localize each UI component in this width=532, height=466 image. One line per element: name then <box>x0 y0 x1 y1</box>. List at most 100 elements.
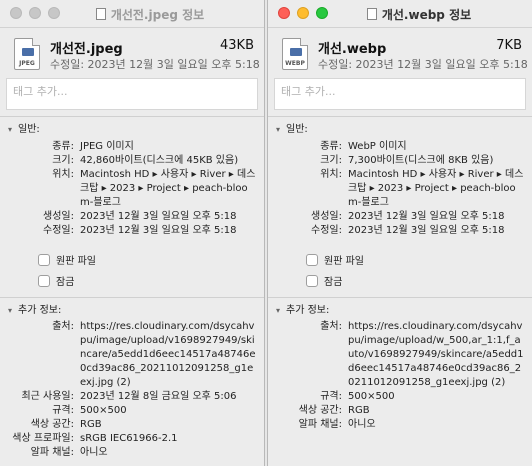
info-key: 알파 채널: <box>298 419 342 430</box>
stationery-checkbox[interactable]: 원판 파일 <box>38 252 96 267</box>
info-row: 생성일: 2023년 12월 3일 일요일 오후 5:18 <box>268 210 532 224</box>
more-info: 출처: https://res.cloudinary.com/dsycahvpu/… <box>0 320 264 460</box>
info-row: 색상 공간: RGB <box>268 404 532 418</box>
more-info-section-header[interactable]: ▾ 추가 정보: <box>0 297 264 316</box>
file-name: 개선전.jpeg <box>50 42 123 57</box>
window-title: 개선.webp 정보 <box>268 6 532 23</box>
info-row: 종류: JPEG 이미지 <box>0 140 264 154</box>
file-name: 개선.webp <box>318 42 387 57</box>
info-key: 종류: <box>320 141 342 152</box>
info-row: 위치: Macintosh HD ▸ 사용자 ▸ River ▸ 데스크탑 ▸ 2… <box>0 168 264 210</box>
window-title: 개선전.jpeg 정보 <box>0 6 264 23</box>
info-window-jpeg: 개선전.jpeg 정보 JPEG 개선전.jpeg 43KB 수정일: 2023… <box>0 0 265 466</box>
info-row: 크기: 42,860바이트(디스크에 45KB 있음) <box>0 154 264 168</box>
info-value: 500×500 <box>348 391 395 402</box>
more-info: 출처: https://res.cloudinary.com/dsycahvpu/… <box>268 320 532 432</box>
info-key: 색상 프로파일: <box>12 433 74 444</box>
stationery-checkbox[interactable]: 원판 파일 <box>306 252 364 267</box>
info-key: 수정일: <box>311 225 342 236</box>
info-row: 규격: 500×500 <box>0 404 264 418</box>
info-value: 아니오 <box>80 447 108 458</box>
modified-date: 수정일: 2023년 12월 3일 일요일 오후 5:18 <box>50 58 260 71</box>
info-value: 2023년 12월 8일 금요일 오후 5:06 <box>80 391 237 402</box>
general-info: 종류: JPEG 이미지크기: 42,860바이트(디스크에 45KB 있음) 위치:… <box>0 140 264 238</box>
info-key: 종류: <box>52 141 74 152</box>
info-value: 2023년 12월 3일 일요일 오후 5:18 <box>80 211 237 222</box>
info-value: 42,860바이트(디스크에 45KB 있음) <box>80 155 239 166</box>
info-value: 7,300바이트(디스크에 8KB 있음) <box>348 155 494 166</box>
locked-checkbox[interactable]: 잠금 <box>38 273 74 288</box>
info-value: https://res.cloudinary.com/dsycahvpu/ima… <box>80 321 256 388</box>
info-value: 2023년 12월 3일 일요일 오후 5:18 <box>348 225 505 236</box>
checkbox[interactable] <box>306 274 318 287</box>
info-row: 수정일: 2023년 12월 3일 일요일 오후 5:18 <box>268 224 532 238</box>
info-value: 아니오 <box>348 419 376 430</box>
info-key: 생성일: <box>311 211 342 222</box>
chevron-down-icon: ▾ <box>276 125 281 134</box>
info-value: Macintosh HD ▸ 사용자 ▸ River ▸ 데스크탑 ▸ 2023… <box>348 169 524 208</box>
general-section-header[interactable]: ▾ 일반: <box>268 116 532 135</box>
title-bar: 개선전.jpeg 정보 <box>0 0 264 28</box>
modified-date: 수정일: 2023년 12월 3일 일요일 오후 5:18 <box>318 58 528 71</box>
info-row: 출처: https://res.cloudinary.com/dsycahvpu/… <box>0 320 264 390</box>
info-key: 생성일: <box>43 211 74 222</box>
info-value: RGB <box>80 419 102 430</box>
document-icon <box>366 8 377 20</box>
info-row: 최근 사용일: 2023년 12월 8일 금요일 오후 5:06 <box>0 390 264 404</box>
info-value: sRGB IEC61966-2.1 <box>80 433 178 444</box>
chevron-down-icon: ▾ <box>276 306 281 315</box>
jpeg-file-icon: JPEG <box>14 38 40 70</box>
more-info-section-header[interactable]: ▾ 추가 정보: <box>268 297 532 316</box>
document-icon <box>95 8 106 20</box>
chevron-down-icon: ▾ <box>8 125 13 134</box>
info-row: 색상 프로파일: sRGB IEC61966-2.1 <box>0 432 264 446</box>
info-row: 색상 공간: RGB <box>0 418 264 432</box>
info-value: 2023년 12월 3일 일요일 오후 5:18 <box>348 211 505 222</box>
info-value: WebP 이미지 <box>348 141 407 152</box>
info-value: Macintosh HD ▸ 사용자 ▸ River ▸ 데스크탑 ▸ 2023… <box>80 169 256 208</box>
general-info: 종류: WebP 이미지크기: 7,300바이트(디스크에 8KB 있음) 위치: Ma… <box>268 140 532 238</box>
info-key: 규격: <box>52 405 74 416</box>
checkbox[interactable] <box>38 253 50 266</box>
info-value: JPEG 이미지 <box>80 141 134 152</box>
info-value: 2023년 12월 3일 일요일 오후 5:18 <box>80 225 237 236</box>
info-key: 출처: <box>320 321 342 332</box>
info-value: RGB <box>348 405 370 416</box>
info-key: 수정일: <box>43 225 74 236</box>
info-row: 규격: 500×500 <box>268 390 532 404</box>
file-header: WEBP 개선.webp 7KB 수정일: 2023년 12월 3일 일요일 오… <box>268 28 532 78</box>
info-row: 생성일: 2023년 12월 3일 일요일 오후 5:18 <box>0 210 264 224</box>
info-window-webp: 개선.webp 정보 WEBP 개선.webp 7KB 수정일: 2023년 1… <box>267 0 532 466</box>
info-row: 알파 채널: 아니오 <box>268 418 532 432</box>
info-value: https://res.cloudinary.com/dsycahvpu/ima… <box>348 321 524 388</box>
info-key: 색상 공간: <box>30 419 74 430</box>
info-key: 위치: <box>52 169 74 180</box>
info-row: 위치: Macintosh HD ▸ 사용자 ▸ River ▸ 데스크탑 ▸ 2… <box>268 168 532 210</box>
info-key: 규격: <box>320 391 342 402</box>
info-row: 출처: https://res.cloudinary.com/dsycahvpu/… <box>268 320 532 390</box>
file-size: 43KB <box>220 38 254 53</box>
info-key: 알파 채널: <box>30 447 74 458</box>
webp-file-icon: WEBP <box>282 38 308 70</box>
info-row: 알파 채널: 아니오 <box>0 446 264 460</box>
title-bar: 개선.webp 정보 <box>268 0 532 28</box>
info-key: 색상 공간: <box>298 405 342 416</box>
info-row: 종류: WebP 이미지 <box>268 140 532 154</box>
tags-field[interactable]: 태그 추가... <box>274 78 526 110</box>
info-key: 크기: <box>320 155 342 166</box>
general-section-header[interactable]: ▾ 일반: <box>0 116 264 135</box>
info-row: 크기: 7,300바이트(디스크에 8KB 있음) <box>268 154 532 168</box>
chevron-down-icon: ▾ <box>8 306 13 315</box>
file-header: JPEG 개선전.jpeg 43KB 수정일: 2023년 12월 3일 일요일… <box>0 28 264 78</box>
info-key: 크기: <box>52 155 74 166</box>
info-key: 위치: <box>320 169 342 180</box>
info-value: 500×500 <box>80 405 127 416</box>
checkbox[interactable] <box>38 274 50 287</box>
checkbox[interactable] <box>306 253 318 266</box>
info-row: 수정일: 2023년 12월 3일 일요일 오후 5:18 <box>0 224 264 238</box>
info-key: 출처: <box>52 321 74 332</box>
tags-field[interactable]: 태그 추가... <box>6 78 258 110</box>
file-size: 7KB <box>496 38 522 53</box>
info-key: 최근 사용일: <box>21 391 74 402</box>
locked-checkbox[interactable]: 잠금 <box>306 273 342 288</box>
